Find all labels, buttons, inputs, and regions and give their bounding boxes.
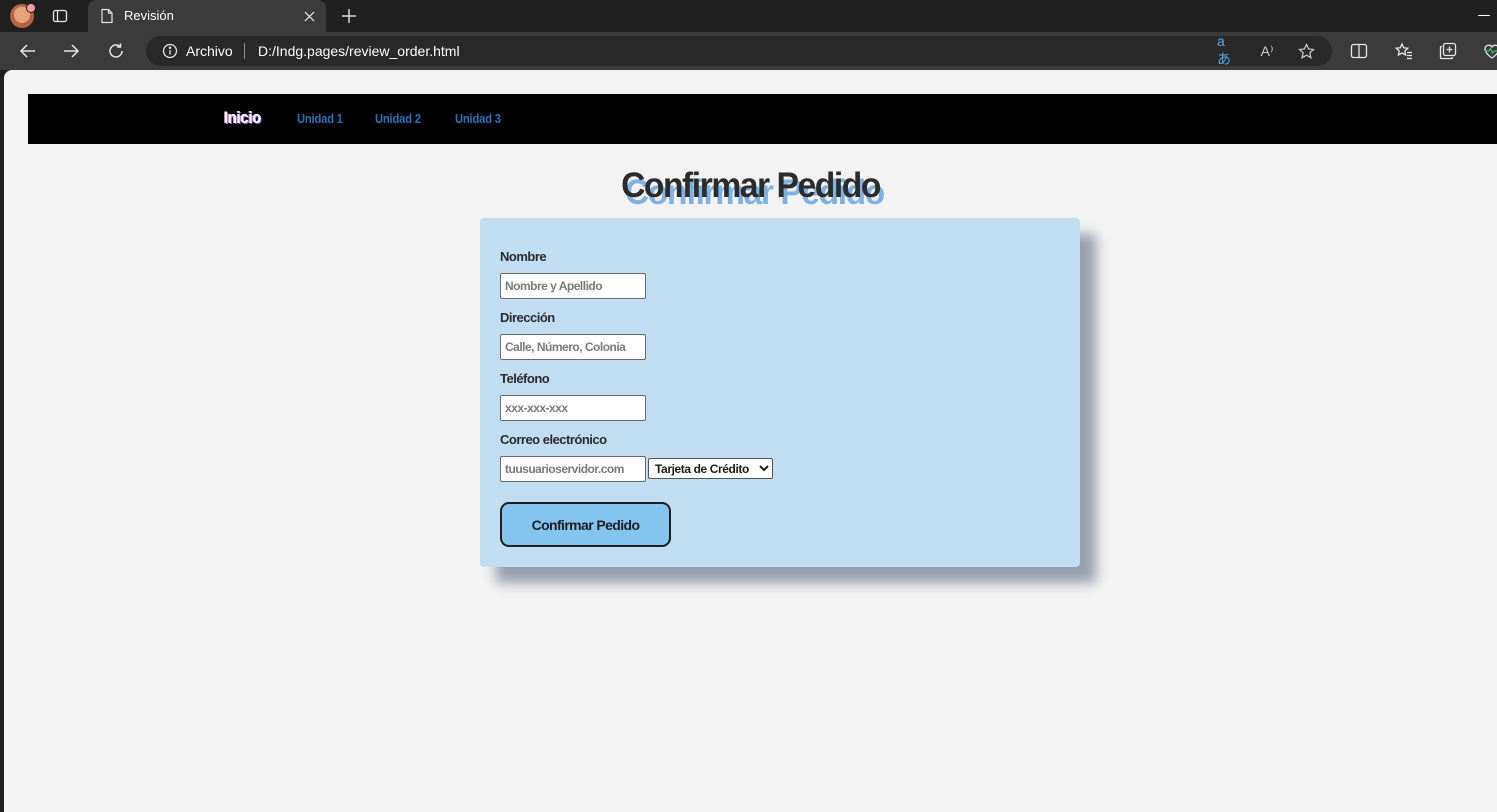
address-label: Dirección	[500, 310, 555, 325]
origin-label: Archivo	[186, 43, 233, 59]
phone-input[interactable]	[500, 395, 646, 421]
active-tab[interactable]: Revisión	[88, 0, 326, 32]
phone-label: Teléfono	[500, 371, 550, 386]
back-arrow-icon[interactable]	[15, 39, 41, 63]
star-icon[interactable]	[1296, 41, 1316, 61]
name-input[interactable]	[500, 273, 646, 299]
email-label: Correo electrónico	[500, 432, 607, 447]
favorites-icon[interactable]	[1394, 41, 1414, 61]
tab-actions-icon[interactable]	[48, 4, 72, 28]
address-input[interactable]	[500, 334, 646, 360]
page-icon	[101, 8, 113, 24]
browser-toolbar: Archivo D:/Indg.pages/review_order.html …	[0, 32, 1497, 70]
heartbeat-icon[interactable]	[1482, 41, 1497, 61]
forward-arrow-icon[interactable]	[58, 39, 84, 63]
site-navbar: Inicio Unidad 1 Unidad 2 Unidad 3	[28, 94, 1497, 144]
url-text[interactable]: D:/Indg.pages/review_order.html	[258, 43, 460, 59]
translate-icon[interactable]: aあ	[1217, 33, 1237, 67]
page-viewport: Inicio Unidad 1 Unidad 2 Unidad 3 Confir…	[4, 70, 1497, 812]
address-bar[interactable]: Archivo D:/Indg.pages/review_order.html …	[146, 33, 1332, 67]
profile-avatar[interactable]	[10, 3, 36, 28]
confirm-order-button[interactable]: Confirmar Pedido	[500, 502, 671, 547]
nav-link-inicio[interactable]: Inicio	[224, 108, 261, 128]
nav-link-unidad-1[interactable]: Unidad 1	[297, 111, 343, 126]
info-icon[interactable]	[162, 43, 178, 59]
minimize-icon[interactable]	[1478, 15, 1490, 16]
email-input[interactable]	[500, 456, 646, 482]
tab-strip: Revisión	[0, 0, 1497, 32]
nav-link-unidad-2[interactable]: Unidad 2	[375, 111, 421, 126]
refresh-icon[interactable]	[103, 39, 129, 63]
tab-title: Revisión	[124, 8, 174, 23]
collections-icon[interactable]	[1438, 41, 1458, 61]
payment-method-select[interactable]: Tarjeta de Crédito	[648, 458, 773, 479]
order-form: Nombre Dirección Teléfono Correo electró…	[480, 218, 1080, 567]
split-screen-icon[interactable]	[1349, 41, 1369, 61]
nav-link-unidad-3[interactable]: Unidad 3	[455, 111, 501, 126]
page-title: Confirmar Pedido	[621, 166, 881, 205]
read-aloud-icon[interactable]: A⁾	[1257, 41, 1277, 61]
plus-icon[interactable]	[338, 5, 360, 27]
close-icon[interactable]	[300, 7, 318, 25]
name-label: Nombre	[500, 249, 547, 264]
divider	[244, 43, 245, 59]
